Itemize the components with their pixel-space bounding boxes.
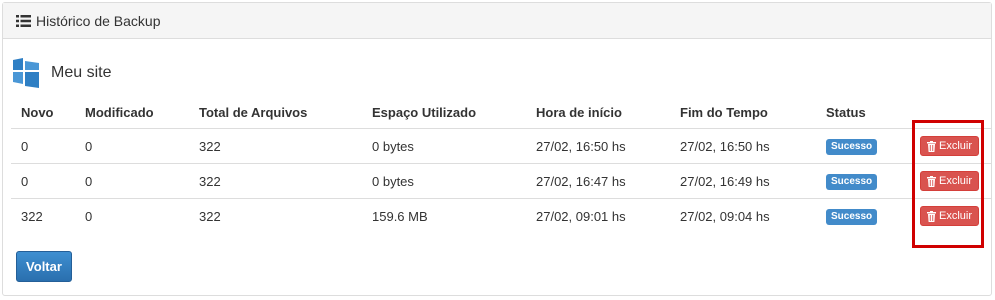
cell-actions: Excluir — [910, 163, 992, 199]
table-row: 0 0 322 0 bytes 27/02, 16:47 hs 27/02, 1… — [11, 163, 992, 199]
status-badge: Sucesso — [826, 139, 878, 155]
site-title: Meu site — [13, 58, 111, 88]
table-row: 322 0 322 159.6 MB 27/02, 09:01 hs 27/02… — [11, 199, 992, 234]
windows-site-icon — [13, 58, 39, 88]
panel-heading: Histórico de Backup — [3, 3, 991, 39]
cell-total-arquivos: 322 — [199, 208, 221, 224]
cell-novo: 0 — [11, 128, 75, 164]
delete-button-label: Excluir — [939, 140, 973, 152]
back-button[interactable]: Voltar — [16, 251, 72, 282]
trash-icon — [927, 175, 936, 187]
cell-fim-tempo: 27/02, 16:49 hs — [670, 163, 816, 199]
list-icon — [16, 14, 31, 27]
site-name: Meu site — [51, 64, 112, 81]
delete-button-label: Excluir — [939, 175, 973, 187]
cell-hora-inicio: 27/02, 09:01 hs — [536, 208, 626, 224]
delete-button-label: Excluir — [939, 210, 973, 222]
column-header-novo: Novo — [11, 96, 75, 129]
cell-fim-tempo: 27/02, 16:50 hs — [670, 128, 816, 164]
cell-modificado: 0 — [75, 128, 189, 164]
column-header-status: Status — [816, 96, 910, 129]
delete-button[interactable]: Excluir — [920, 206, 980, 226]
cell-espaco-utilizado: 159.6 MB — [372, 208, 428, 224]
cell-hora-inicio: 27/02, 16:50 hs — [526, 128, 670, 164]
cell-espaco-utilizado: 0 bytes — [362, 128, 526, 164]
column-header-espaco-utilizado: Espaço Utilizado — [362, 96, 526, 129]
column-header-total-arquivos: Total de Arquivos — [189, 96, 362, 129]
cell-modificado: 0 — [85, 208, 93, 224]
cell-actions: Excluir — [910, 128, 992, 164]
column-header-actions — [910, 96, 992, 129]
table-header-row: Novo Modificado Total de Arquivos Espaço… — [11, 96, 992, 129]
cell-espaco-utilizado: 0 bytes — [362, 163, 526, 199]
delete-button[interactable]: Excluir — [920, 171, 980, 191]
column-header-hora-inicio: Hora de início — [526, 96, 670, 129]
cell-status: Sucesso — [816, 163, 910, 199]
trash-icon — [927, 210, 936, 222]
cell-hora-inicio: 27/02, 16:47 hs — [526, 163, 670, 199]
cell-status: Sucesso — [816, 128, 910, 164]
panel-title: Histórico de Backup — [36, 12, 161, 29]
cell-fim-tempo: 27/02, 09:04 hs — [680, 208, 770, 224]
trash-icon — [927, 140, 936, 152]
column-header-modificado: Modificado — [75, 96, 189, 129]
cell-total-arquivos: 322 — [189, 163, 362, 199]
cell-total-arquivos: 322 — [189, 128, 362, 164]
cell-actions: Excluir — [910, 199, 992, 234]
table-row: 0 0 322 0 bytes 27/02, 16:50 hs 27/02, 1… — [11, 128, 992, 164]
cell-novo: 322 — [21, 208, 43, 224]
status-badge: Sucesso — [826, 174, 878, 190]
cell-novo: 0 — [11, 163, 75, 199]
delete-button[interactable]: Excluir — [920, 136, 980, 156]
cell-modificado: 0 — [75, 163, 189, 199]
column-header-fim-tempo: Fim do Tempo — [670, 96, 816, 129]
cell-status: Sucesso — [816, 199, 910, 234]
status-badge: Sucesso — [826, 209, 878, 225]
backup-table: Novo Modificado Total de Arquivos Espaço… — [11, 96, 992, 233]
